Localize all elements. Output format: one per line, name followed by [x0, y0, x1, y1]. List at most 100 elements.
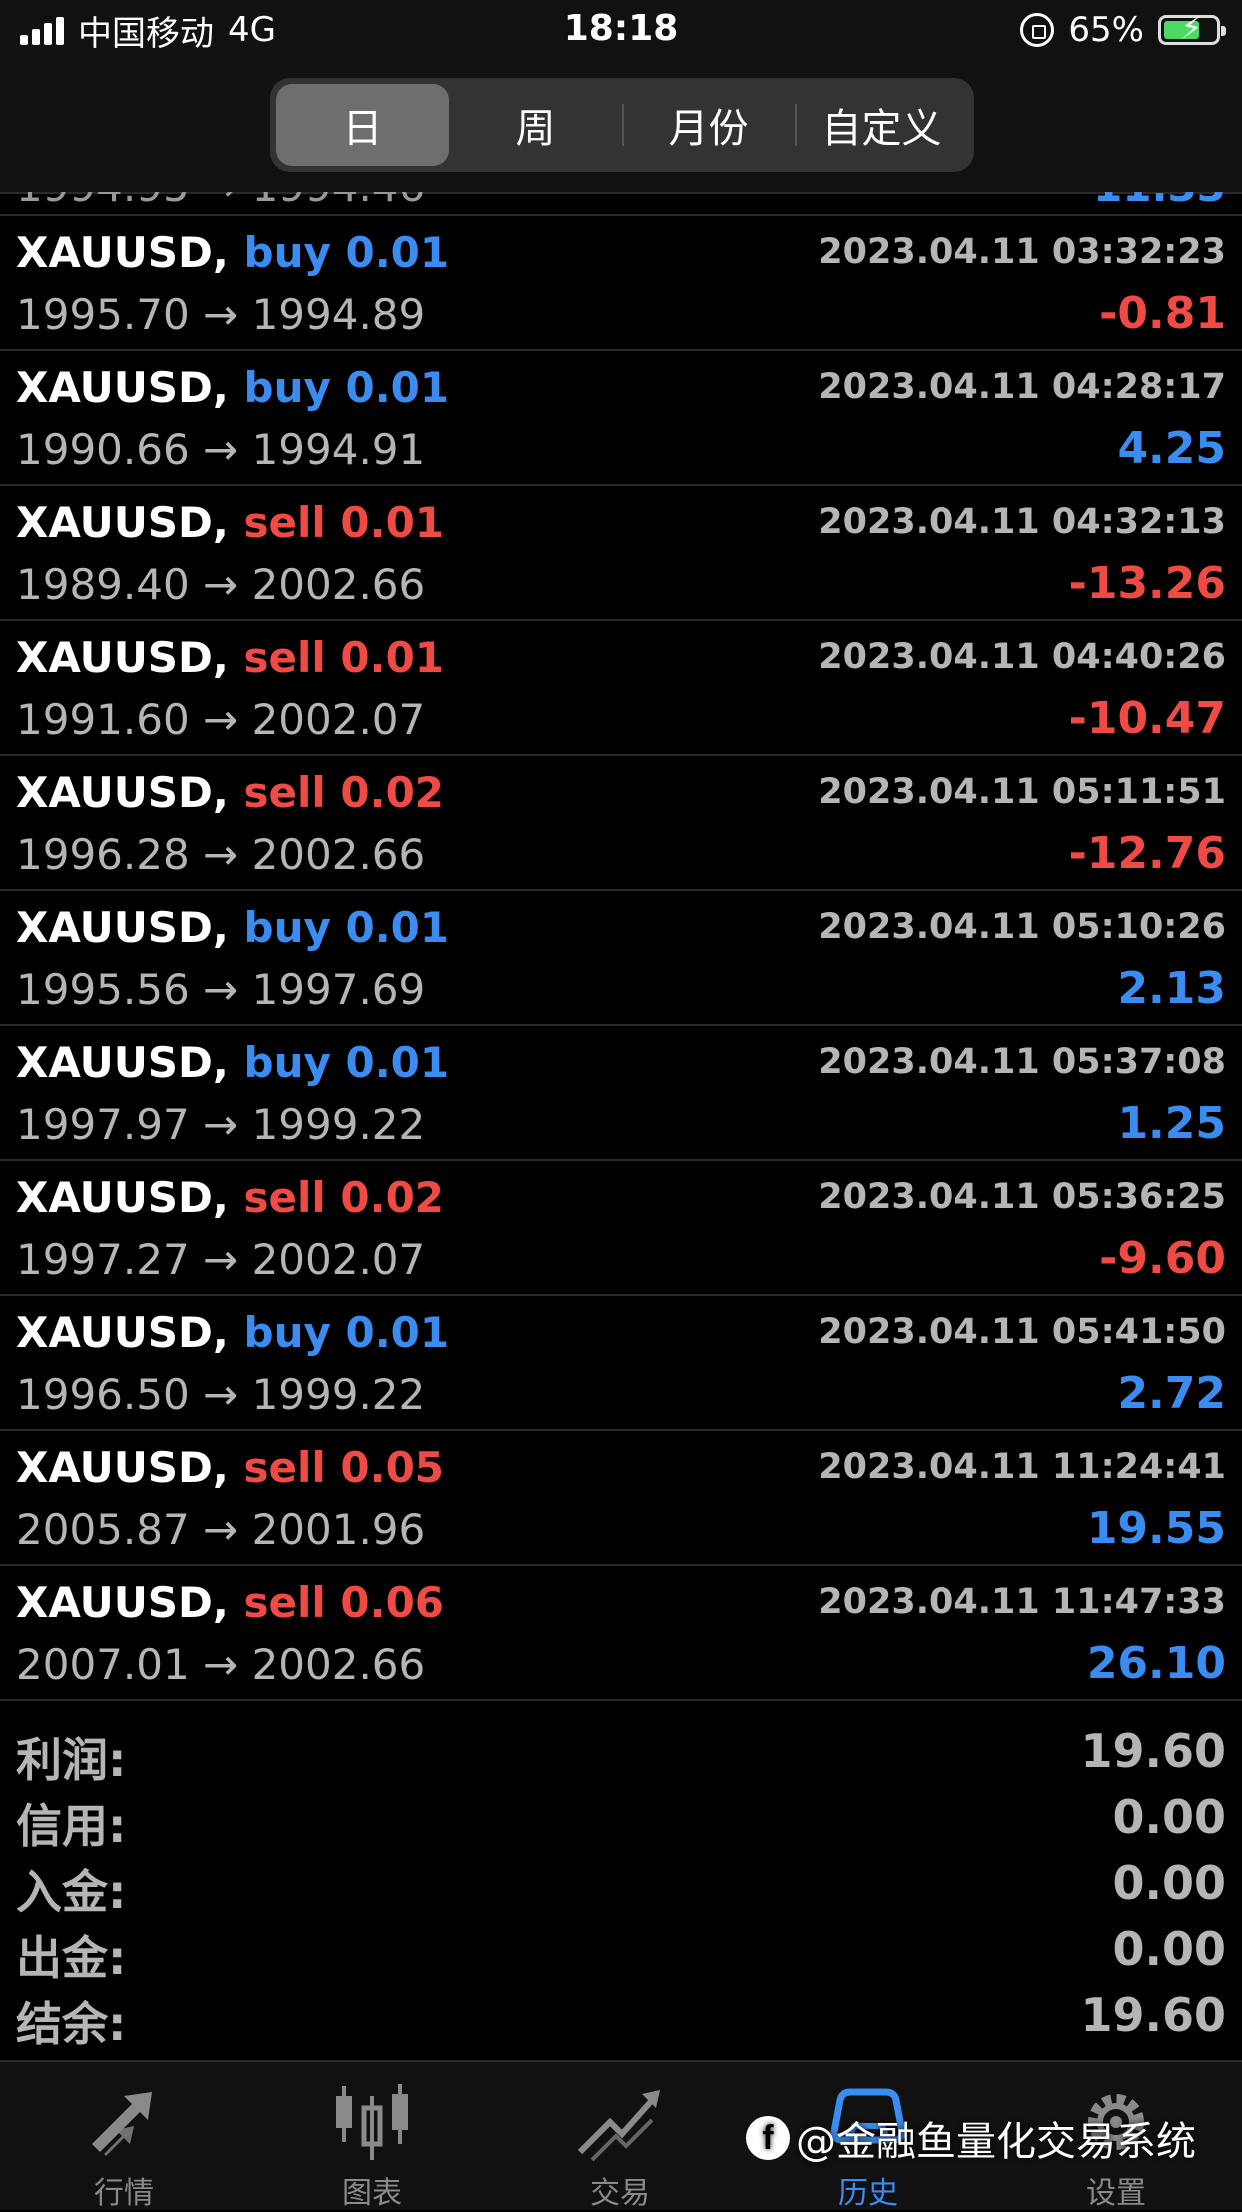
history-header: 日 周 月份 自定义 — [0, 62, 1242, 194]
trade-time: 2023.04.11 05:11:51 — [818, 772, 1226, 812]
tab-chart[interactable]: 图表 — [248, 2062, 496, 2211]
partial-trade-row[interactable]: 1994.95 → 1994.46 11.33 — [0, 192, 1242, 216]
period-tab-custom[interactable]: 自定义 — [795, 84, 968, 166]
trade-row[interactable]: XAUUSD, sell 0.02 2023.04.11 05:11:51 19… — [0, 756, 1242, 891]
trade-row[interactable]: XAUUSD, buy 0.01 2023.04.11 05:10:26 199… — [0, 891, 1242, 1026]
trade-symbol: XAUUSD, — [16, 1578, 229, 1627]
quotes-arrows-icon — [92, 2092, 152, 2156]
summary-balance: 结余: 19.60 — [0, 1984, 1242, 2051]
trade-symbol-line: XAUUSD, sell 0.02 — [16, 1173, 444, 1222]
trade-time: 2023.04.11 11:47:33 — [818, 1582, 1226, 1622]
trade-profit: 26.10 — [1086, 1638, 1226, 1689]
tab-label: 交易 — [590, 2176, 650, 2211]
trade-prices: 1995.70 → 1994.89 — [16, 290, 426, 339]
tab-label: 图表 — [342, 2176, 402, 2211]
tab-label: 历史 — [838, 2176, 898, 2211]
summary-label: 出金: — [16, 1931, 127, 1985]
trade-side: buy 0.01 — [243, 228, 450, 277]
trade-row[interactable]: XAUUSD, buy 0.01 2023.04.11 05:37:08 199… — [0, 1026, 1242, 1161]
summary-label: 结余: — [16, 1997, 127, 2051]
period-tab-day[interactable]: 日 — [276, 84, 449, 166]
trade-prices: 1995.56 → 1997.69 — [16, 965, 426, 1014]
trade-side: buy 0.01 — [243, 363, 450, 412]
trade-time: 2023.04.11 03:32:23 — [818, 232, 1226, 272]
summary-value: 19.60 — [1080, 1724, 1226, 1778]
trade-symbol-line: XAUUSD, sell 0.05 — [16, 1443, 444, 1492]
trade-profit: 1.25 — [1117, 1098, 1226, 1149]
trade-symbol: XAUUSD, — [16, 1308, 229, 1357]
trade-profit: 19.55 — [1086, 1503, 1226, 1554]
trade-symbol-line: XAUUSD, sell 0.01 — [16, 633, 444, 682]
trade-symbol-line: XAUUSD, buy 0.01 — [16, 228, 449, 277]
trade-symbol-line: XAUUSD, sell 0.06 — [16, 1578, 444, 1627]
trade-symbol: XAUUSD, — [16, 1443, 229, 1492]
watermark: f @金融鱼量化交易系统 — [746, 2108, 1196, 2168]
tab-trade[interactable]: 交易 — [496, 2062, 744, 2211]
trade-row[interactable]: XAUUSD, sell 0.01 2023.04.11 04:40:26 19… — [0, 621, 1242, 756]
trade-time: 2023.04.11 05:37:08 — [818, 1042, 1226, 1082]
trade-symbol: XAUUSD, — [16, 498, 229, 547]
status-right: 65% ⚡ — [1020, 10, 1226, 50]
trade-time: 2023.04.11 05:10:26 — [818, 907, 1226, 947]
trade-row[interactable]: XAUUSD, sell 0.01 2023.04.11 04:32:13 19… — [0, 486, 1242, 621]
trade-row[interactable]: XAUUSD, buy 0.01 2023.04.11 04:28:17 199… — [0, 351, 1242, 486]
trade-profit: -9.60 — [1099, 1233, 1226, 1284]
trade-symbol: XAUUSD, — [16, 1173, 229, 1222]
summary-value: 19.60 — [1080, 1988, 1226, 2042]
trade-symbol: XAUUSD, — [16, 1038, 229, 1087]
trade-prices: 1990.66 → 1994.91 — [16, 425, 426, 474]
trade-time: 2023.04.11 04:28:17 — [818, 367, 1226, 407]
partial-profit: 11.33 — [1093, 192, 1226, 211]
trade-row[interactable]: XAUUSD, buy 0.01 2023.04.11 03:32:23 199… — [0, 216, 1242, 351]
trade-profit: -12.76 — [1068, 828, 1226, 879]
trade-symbol: XAUUSD, — [16, 768, 229, 817]
account-summary: 利润: 19.60 信用: 0.00 入金: 0.00 出金: 0.00 结余:… — [0, 1720, 1242, 2051]
period-segmented-control: 日 周 月份 自定义 — [270, 78, 974, 172]
period-tab-week[interactable]: 周 — [449, 84, 622, 166]
tab-label: 行情 — [94, 2176, 154, 2211]
facebook-logo-icon: f — [746, 2116, 790, 2160]
summary-label: 入金: — [16, 1865, 127, 1919]
trade-prices: 1989.40 → 2002.66 — [16, 560, 426, 609]
battery-percent: 65% — [1068, 10, 1144, 50]
trade-row[interactable]: XAUUSD, buy 0.01 2023.04.11 05:41:50 199… — [0, 1296, 1242, 1431]
trade-side: sell 0.01 — [243, 633, 445, 682]
trade-profit: -13.26 — [1068, 558, 1226, 609]
trade-prices: 1997.97 → 1999.22 — [16, 1100, 426, 1149]
summary-deposit: 入金: 0.00 — [0, 1852, 1242, 1919]
rotation-lock-icon — [1020, 13, 1055, 47]
summary-label: 信用: — [16, 1799, 127, 1853]
trade-prices: 2007.01 → 2002.66 — [16, 1640, 426, 1689]
trade-side: sell 0.02 — [243, 768, 445, 817]
summary-credit: 信用: 0.00 — [0, 1786, 1242, 1853]
trade-symbol: XAUUSD, — [16, 633, 229, 682]
summary-value: 0.00 — [1112, 1856, 1227, 1910]
battery-icon: ⚡ — [1158, 14, 1226, 45]
tab-label: 设置 — [1086, 2176, 1146, 2211]
trade-prices: 1997.27 → 2002.07 — [16, 1235, 426, 1284]
trade-symbol: XAUUSD, — [16, 363, 229, 412]
trade-side: sell 0.02 — [243, 1173, 445, 1222]
trade-side: sell 0.01 — [243, 498, 445, 547]
trade-profit: 4.25 — [1117, 423, 1226, 474]
trade-time: 2023.04.11 04:32:13 — [818, 502, 1226, 542]
trade-row[interactable]: XAUUSD, sell 0.02 2023.04.11 05:36:25 19… — [0, 1161, 1242, 1296]
trade-prices: 1996.50 → 1999.22 — [16, 1370, 426, 1419]
summary-withdrawal: 出金: 0.00 — [0, 1918, 1242, 1985]
trade-row[interactable]: XAUUSD, sell 0.06 2023.04.11 11:47:33 20… — [0, 1566, 1242, 1701]
summary-value: 0.00 — [1112, 1790, 1227, 1844]
trade-symbol-line: XAUUSD, buy 0.01 — [16, 363, 449, 412]
partial-prices: 1994.95 → 1994.46 — [16, 192, 425, 211]
trade-symbol-line: XAUUSD, sell 0.01 — [16, 498, 444, 547]
candlestick-chart-icon — [336, 2084, 408, 2160]
period-tab-month[interactable]: 月份 — [622, 84, 795, 166]
trade-symbol-line: XAUUSD, buy 0.01 — [16, 903, 449, 952]
trade-history-list: XAUUSD, buy 0.01 2023.04.11 03:32:23 199… — [0, 216, 1242, 1701]
trade-row[interactable]: XAUUSD, sell 0.05 2023.04.11 11:24:41 20… — [0, 1431, 1242, 1566]
summary-profit: 利润: 19.60 — [0, 1720, 1242, 1787]
status-bar: 中国移动 4G 18:18 65% ⚡ — [0, 0, 1242, 62]
trade-side: sell 0.05 — [243, 1443, 445, 1492]
trade-side: buy 0.01 — [243, 903, 450, 952]
summary-value: 0.00 — [1112, 1922, 1227, 1976]
tab-quotes[interactable]: 行情 — [0, 2062, 248, 2211]
